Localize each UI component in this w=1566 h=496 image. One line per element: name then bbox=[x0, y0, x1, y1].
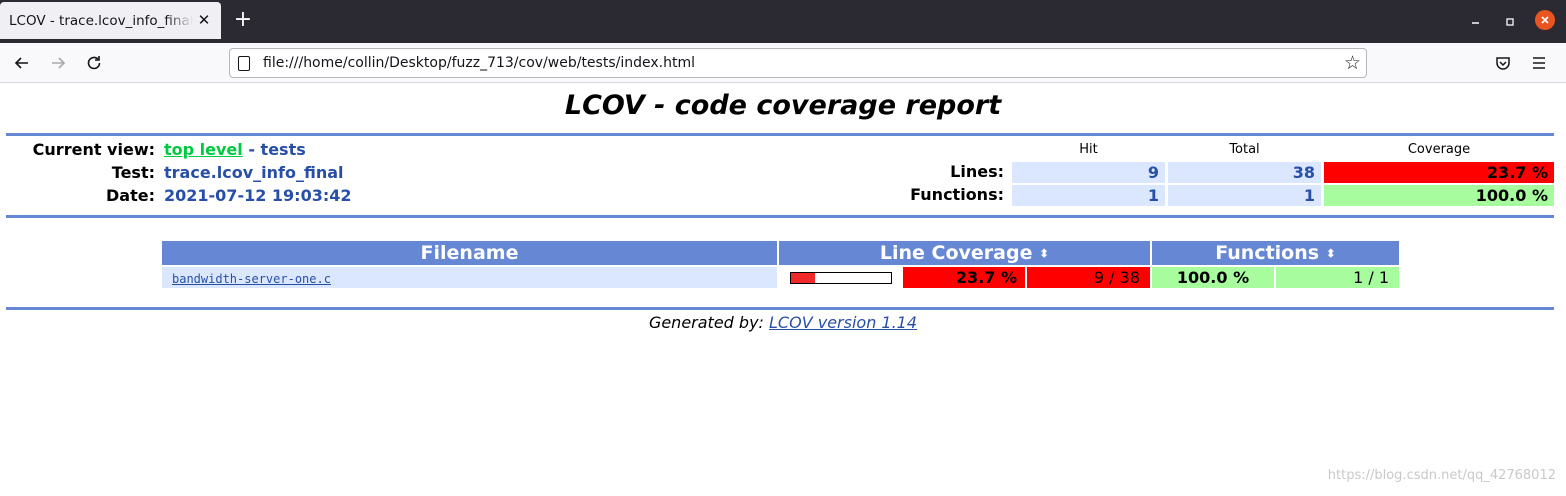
url-input[interactable]: file:///home/collin/Desktop/fuzz_713/cov… bbox=[263, 55, 695, 71]
summary-lines-coverage: 23.7 % bbox=[1324, 162, 1554, 183]
line-coverage-percent: 23.7 % bbox=[903, 267, 1025, 288]
functions-header-label: Functions bbox=[1215, 242, 1320, 264]
forward-arrow-icon[interactable] bbox=[47, 52, 69, 74]
back-arrow-icon[interactable] bbox=[11, 52, 33, 74]
summary-functions-coverage: 100.0 % bbox=[1324, 185, 1554, 206]
table-header-line-coverage[interactable]: Line Coverage ⬍ bbox=[779, 241, 1150, 265]
top-level-link[interactable]: top level bbox=[164, 140, 243, 159]
summary-functions-total: 1 bbox=[1168, 185, 1321, 206]
summary-functions-hit: 1 bbox=[1012, 185, 1165, 206]
page-icon bbox=[238, 56, 250, 71]
divider-top bbox=[6, 133, 1554, 136]
summary-col-hit: Hit bbox=[1079, 142, 1098, 157]
test-value: trace.lcov_info_final bbox=[164, 163, 344, 182]
tab-strip: LCOV - trace.lcov_info_final ✕ + bbox=[0, 0, 1566, 43]
sort-icon[interactable]: ⬍ bbox=[1039, 247, 1049, 261]
test-label: Test: bbox=[111, 163, 155, 182]
report-page: LCOV - code coverage report Current view… bbox=[0, 84, 1566, 496]
footer-prefix: Generated by: bbox=[648, 313, 770, 332]
sort-icon[interactable]: ⬍ bbox=[1326, 247, 1336, 261]
date-value: 2021-07-12 19:03:42 bbox=[164, 186, 352, 205]
tab-title: LCOV - trace.lcov_info_final bbox=[9, 12, 193, 29]
summary-col-coverage: Coverage bbox=[1407, 142, 1471, 157]
bookmark-star-icon[interactable]: ☆ bbox=[1344, 52, 1361, 74]
page-title: LCOV - code coverage report bbox=[564, 90, 1002, 121]
divider-bottom bbox=[6, 307, 1554, 310]
table-header-functions[interactable]: Functions ⬍ bbox=[1152, 241, 1399, 265]
maximize-icon[interactable] bbox=[1500, 12, 1520, 32]
summary-lines-label: Lines: bbox=[950, 162, 1004, 181]
table-header-filename: Filename bbox=[162, 241, 777, 265]
tab-close-icon[interactable]: ✕ bbox=[195, 11, 213, 29]
minimize-icon[interactable] bbox=[1466, 12, 1486, 32]
coverage-bar-cell bbox=[779, 267, 901, 288]
current-view-dir: tests bbox=[260, 140, 306, 159]
summary-col-total: Total bbox=[1229, 142, 1260, 157]
watermark: https://blog.csdn.net/qq_42768012 bbox=[1327, 468, 1556, 483]
pocket-icon[interactable] bbox=[1492, 52, 1514, 74]
coverage-bar bbox=[790, 272, 892, 284]
summary-functions-label: Functions: bbox=[910, 185, 1004, 204]
date-label: Date: bbox=[106, 186, 155, 205]
browser-tab-active[interactable]: LCOV - trace.lcov_info_final ✕ bbox=[0, 2, 221, 39]
close-icon[interactable] bbox=[1535, 10, 1555, 30]
new-tab-button[interactable]: + bbox=[232, 9, 254, 31]
footer: Generated by: LCOV version 1.14 bbox=[0, 313, 1566, 332]
file-link[interactable]: bandwidth-server-one.c bbox=[172, 272, 331, 286]
function-coverage-percent: 100.0 % bbox=[1152, 267, 1274, 288]
current-view-separator: - bbox=[242, 140, 261, 159]
coverage-bar-fill bbox=[791, 273, 815, 283]
hamburger-menu-icon[interactable] bbox=[1528, 52, 1550, 74]
line-coverage-count: 9 / 38 bbox=[1027, 267, 1150, 288]
summary-lines-hit: 9 bbox=[1012, 162, 1165, 183]
line-coverage-header-label: Line Coverage bbox=[879, 242, 1033, 264]
table-row-filename: bandwidth-server-one.c bbox=[162, 267, 777, 288]
current-view-label: Current view: bbox=[32, 140, 155, 159]
current-view-value: top level - tests bbox=[164, 140, 306, 159]
navigation-toolbar: file:///home/collin/Desktop/fuzz_713/cov… bbox=[0, 43, 1566, 83]
reload-icon[interactable] bbox=[83, 52, 105, 74]
address-bar[interactable]: file:///home/collin/Desktop/fuzz_713/cov… bbox=[229, 48, 1367, 78]
divider-middle bbox=[6, 215, 1554, 218]
summary-lines-total: 38 bbox=[1168, 162, 1321, 183]
lcov-version-link[interactable]: LCOV version 1.14 bbox=[769, 313, 917, 332]
function-coverage-count: 1 / 1 bbox=[1276, 267, 1399, 288]
